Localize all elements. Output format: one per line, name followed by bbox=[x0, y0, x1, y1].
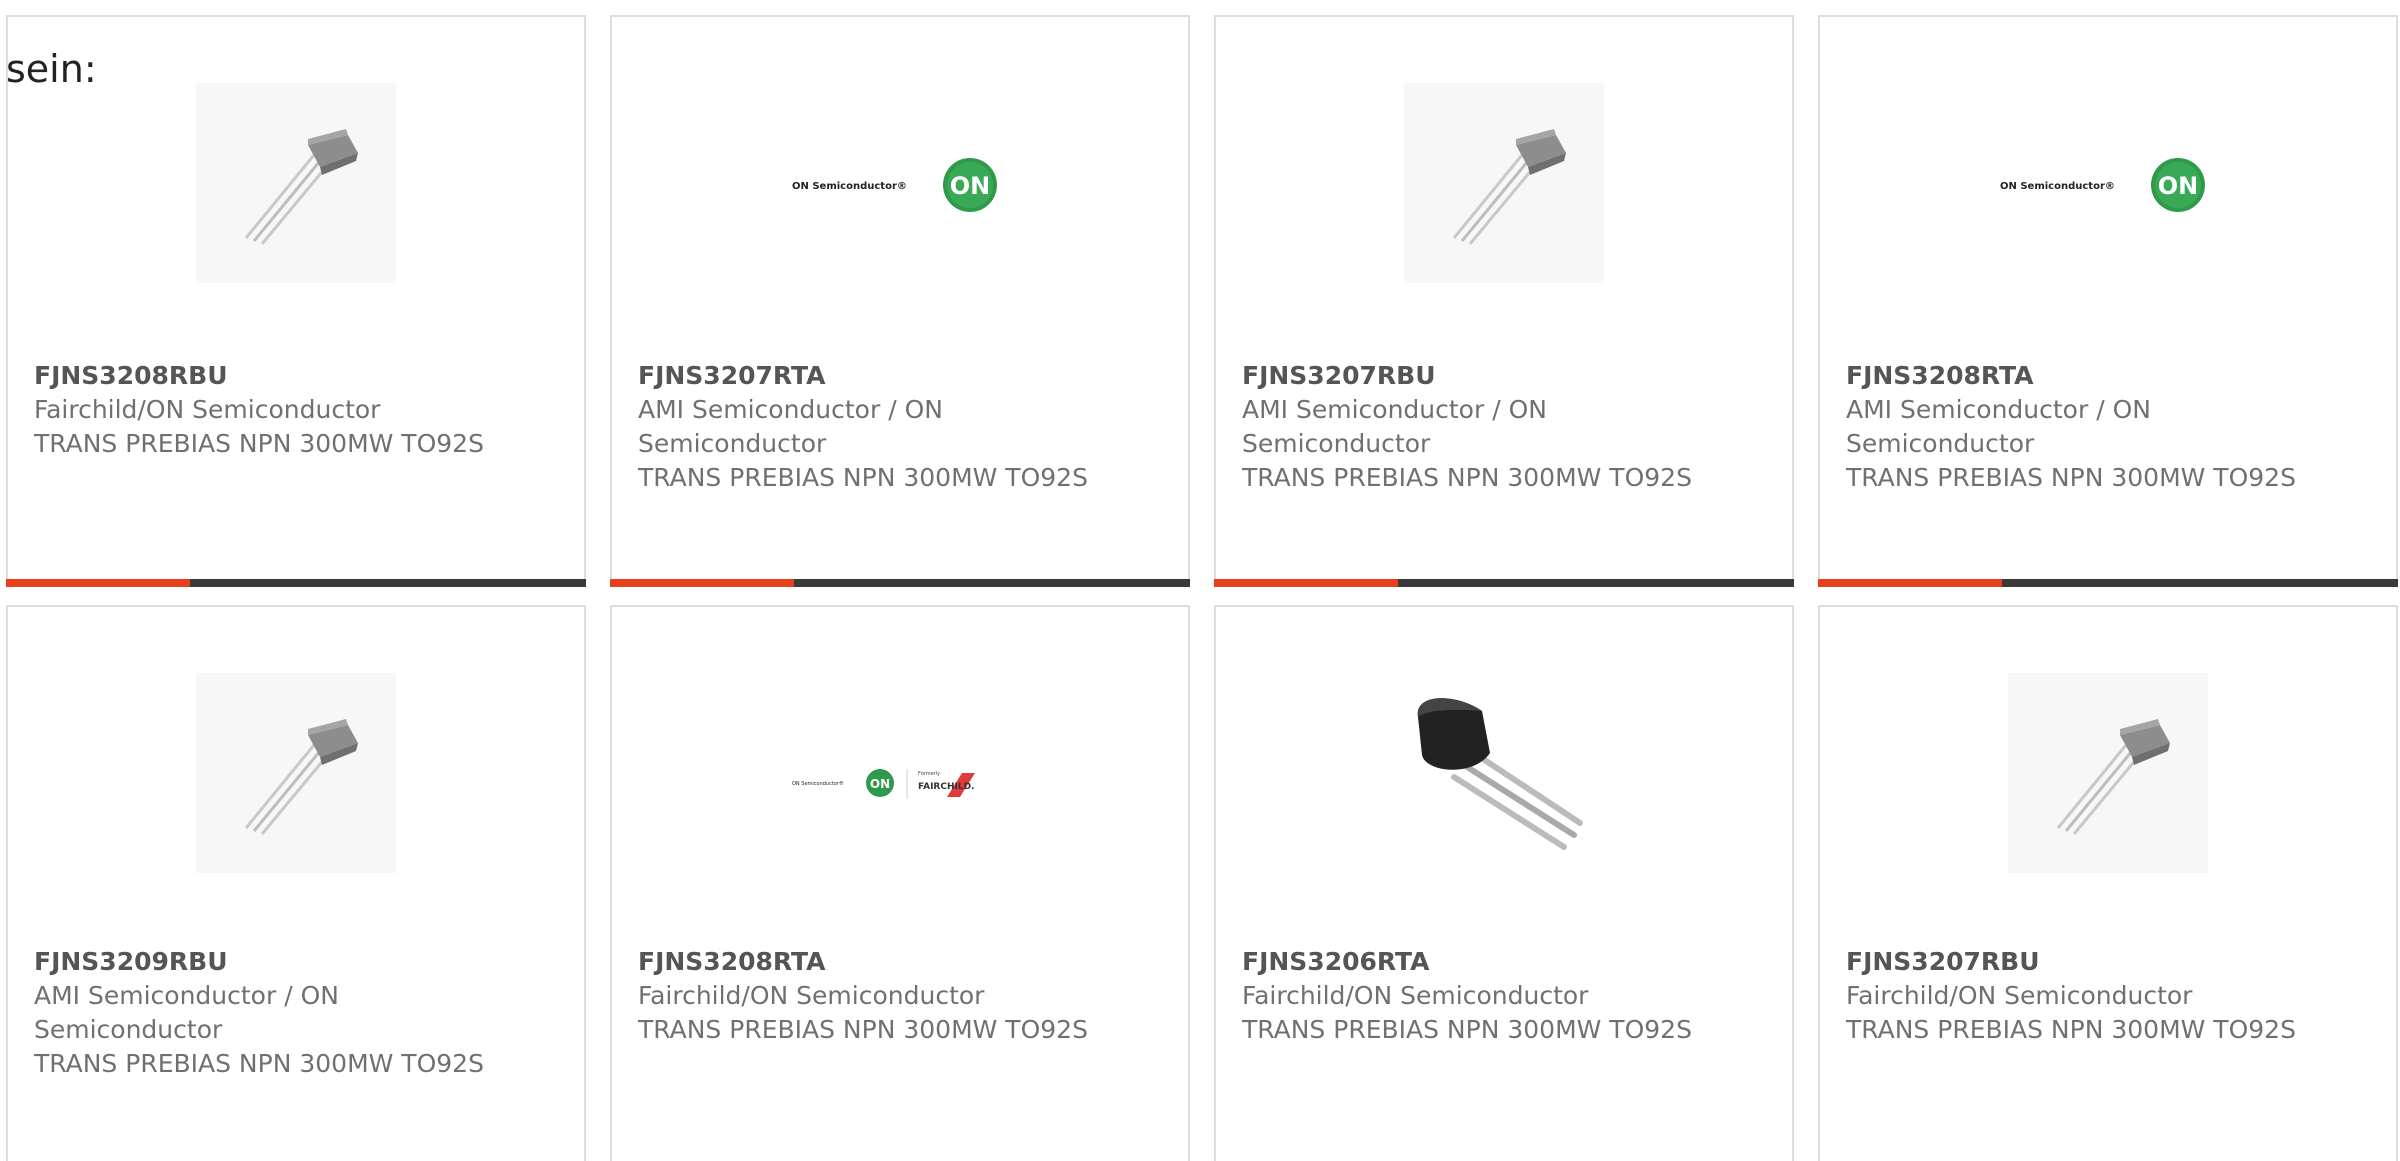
on-fairchild-logo: ON Semiconductor® ON Formerly FAIRCHILD. bbox=[792, 769, 975, 799]
manufacturer: Fairchild/ON Semiconductor bbox=[34, 395, 381, 424]
product-image[interactable] bbox=[1404, 673, 1604, 873]
product-image[interactable] bbox=[1404, 83, 1604, 283]
product-card[interactable]: FJNS3207RBU AMI Semiconductor / ON Semic… bbox=[1214, 15, 1794, 587]
logo-small: Formerly bbox=[918, 771, 940, 777]
intro-text: sein: bbox=[6, 47, 97, 91]
card-footer-bar bbox=[610, 579, 1190, 587]
manufacturer: Fairchild/ON Semiconductor bbox=[638, 981, 985, 1010]
product-card[interactable]: FJNS3206RTA Fairchild/ON Semiconductor T… bbox=[1214, 605, 1794, 1161]
part-number[interactable]: FJNS3207RBU bbox=[1242, 359, 1722, 393]
product-card[interactable]: FJNS3207RBU Fairchild/ON Semiconductor T… bbox=[1818, 605, 2398, 1161]
part-number[interactable]: FJNS3209RBU bbox=[34, 945, 514, 979]
product-info: FJNS3206RTA Fairchild/ON Semiconductor T… bbox=[1242, 945, 1722, 1047]
description: TRANS PREBIAS NPN 300MW TO92S bbox=[1242, 463, 1692, 492]
manufacturer: Fairchild/ON Semiconductor bbox=[1846, 981, 2193, 1010]
product-card[interactable]: ON Semiconductor® ON FJNS3207RTA AMI Sem… bbox=[610, 15, 1190, 587]
to92-black-transistor-icon bbox=[1417, 698, 1583, 850]
card-footer-accent bbox=[6, 579, 190, 587]
to92-transistor-icon bbox=[2056, 719, 2170, 835]
part-number[interactable]: FJNS3208RTA bbox=[1846, 359, 2326, 393]
card-footer-bar bbox=[1818, 579, 2398, 587]
logo-badge: ON bbox=[870, 777, 890, 791]
product-info: FJNS3208RTA AMI Semiconductor / ON Semic… bbox=[1846, 359, 2326, 495]
description: TRANS PREBIAS NPN 300MW TO92S bbox=[638, 1015, 1088, 1044]
description: TRANS PREBIAS NPN 300MW TO92S bbox=[1846, 463, 2296, 492]
on-semiconductor-logo: ON Semiconductor® ON bbox=[792, 158, 997, 212]
description: TRANS PREBIAS NPN 300MW TO92S bbox=[34, 429, 484, 458]
manufacturer: Fairchild/ON Semiconductor bbox=[1242, 981, 1589, 1010]
card-footer-accent bbox=[610, 579, 794, 587]
part-number[interactable]: FJNS3207RTA bbox=[638, 359, 1118, 393]
to92-transistor-icon bbox=[244, 719, 358, 835]
card-footer-accent bbox=[1214, 579, 1398, 587]
product-info: FJNS3207RBU AMI Semiconductor / ON Semic… bbox=[1242, 359, 1722, 495]
description: TRANS PREBIAS NPN 300MW TO92S bbox=[1242, 1015, 1692, 1044]
product-image[interactable]: ON Semiconductor® ON bbox=[790, 83, 1010, 283]
product-card[interactable]: FJNS3209RBU AMI Semiconductor / ON Semic… bbox=[6, 605, 586, 1161]
logo-brand: FAIRCHILD. bbox=[918, 782, 974, 792]
product-image[interactable] bbox=[196, 673, 396, 873]
manufacturer: AMI Semiconductor / ON Semiconductor bbox=[34, 981, 339, 1044]
product-image[interactable] bbox=[2008, 673, 2208, 873]
logo-text: ON Semiconductor® bbox=[2000, 181, 2115, 192]
product-image[interactable] bbox=[196, 83, 396, 283]
product-image[interactable]: ON Semiconductor® ON bbox=[1998, 83, 2218, 283]
part-number[interactable]: FJNS3208RBU bbox=[34, 359, 514, 393]
product-info: FJNS3208RTA Fairchild/ON Semiconductor T… bbox=[638, 945, 1118, 1047]
product-card[interactable]: FJNS3208RBU Fairchild/ON Semiconductor T… bbox=[6, 15, 586, 587]
product-info: FJNS3207RBU Fairchild/ON Semiconductor T… bbox=[1846, 945, 2326, 1047]
part-number[interactable]: FJNS3206RTA bbox=[1242, 945, 1722, 979]
manufacturer: AMI Semiconductor / ON Semiconductor bbox=[1846, 395, 2151, 458]
product-card[interactable]: ON Semiconductor® ON FJNS3208RTA AMI Sem… bbox=[1818, 15, 2398, 587]
product-info: FJNS3207RTA AMI Semiconductor / ON Semic… bbox=[638, 359, 1118, 495]
card-footer-bar bbox=[1214, 579, 1794, 587]
part-number[interactable]: FJNS3207RBU bbox=[1846, 945, 2326, 979]
to92-transistor-icon bbox=[244, 129, 358, 245]
part-number[interactable]: FJNS3208RTA bbox=[638, 945, 1118, 979]
description: TRANS PREBIAS NPN 300MW TO92S bbox=[638, 463, 1088, 492]
product-info: FJNS3209RBU AMI Semiconductor / ON Semic… bbox=[34, 945, 514, 1081]
logo-badge: ON bbox=[950, 172, 991, 200]
logo-badge: ON bbox=[2158, 172, 2199, 200]
card-footer-bar bbox=[6, 579, 586, 587]
card-footer-accent bbox=[1818, 579, 2002, 587]
manufacturer: AMI Semiconductor / ON Semiconductor bbox=[638, 395, 943, 458]
product-image[interactable]: ON Semiconductor® ON Formerly FAIRCHILD. bbox=[790, 673, 1010, 873]
logo-text: ON Semiconductor® bbox=[792, 181, 907, 192]
to92-transistor-icon bbox=[1452, 129, 1566, 245]
product-grid-page: sein: FJNS3208RBU Fairchild/ON Semicondu… bbox=[0, 0, 2400, 1161]
description: TRANS PREBIAS NPN 300MW TO92S bbox=[34, 1049, 484, 1078]
manufacturer: AMI Semiconductor / ON Semiconductor bbox=[1242, 395, 1547, 458]
product-card[interactable]: ON Semiconductor® ON Formerly FAIRCHILD.… bbox=[610, 605, 1190, 1161]
product-info: FJNS3208RBU Fairchild/ON Semiconductor T… bbox=[34, 359, 514, 461]
on-semiconductor-logo: ON Semiconductor® ON bbox=[2000, 158, 2205, 212]
logo-text: ON Semiconductor® bbox=[792, 780, 844, 787]
description: TRANS PREBIAS NPN 300MW TO92S bbox=[1846, 1015, 2296, 1044]
